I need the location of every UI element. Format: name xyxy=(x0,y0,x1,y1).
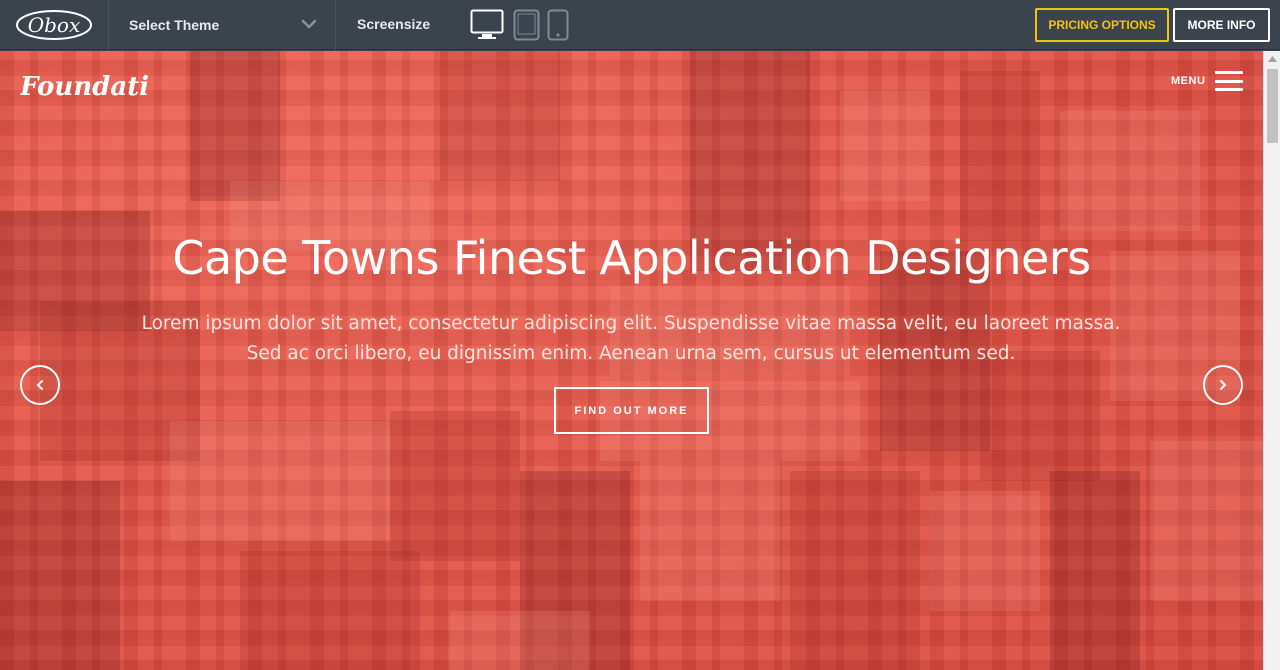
find-out-more-button[interactable]: FIND OUT MORE xyxy=(554,387,709,434)
theme-select-label: Select Theme xyxy=(129,17,220,33)
phone-icon xyxy=(547,9,569,41)
slider-prev-button[interactable] xyxy=(20,365,60,405)
screensize-label: Screensize xyxy=(357,16,431,32)
caret-up-icon xyxy=(1268,56,1277,62)
desktop-size-button[interactable] xyxy=(470,9,504,41)
pricing-options-button[interactable]: PRICING OPTIONS xyxy=(1035,8,1169,42)
scroll-up-button[interactable] xyxy=(1264,51,1280,67)
hero-headline: Cape Towns Finest Application Designers xyxy=(172,231,1091,285)
hero-subtext-line-2: Sed ac orci libero, eu dignissim enim. A… xyxy=(246,343,1016,364)
chevron-right-icon xyxy=(1220,380,1227,390)
more-info-button[interactable]: MORE INFO xyxy=(1173,8,1270,42)
hero-slider: Foundation MENU Cape Towns Finest Applic… xyxy=(0,51,1263,670)
phone-size-button[interactable] xyxy=(547,9,569,41)
foundation-logo-icon: Foundation xyxy=(19,72,185,102)
hero-subtext-line-1: Lorem ipsum dolor sit amet, consectetur … xyxy=(141,313,1121,334)
chevron-left-icon xyxy=(36,380,43,390)
svg-text:Foundation: Foundation xyxy=(20,72,150,102)
hamburger-icon xyxy=(1215,71,1244,91)
demo-toolbar: Obox Select Theme Screensize PRICING OPT… xyxy=(0,0,1280,50)
chevron-down-icon xyxy=(301,17,317,35)
theme-select-dropdown[interactable]: Select Theme xyxy=(109,0,336,50)
menu-label: MENU xyxy=(1171,75,1206,87)
menu-toggle[interactable]: MENU xyxy=(1171,71,1244,91)
tablet-icon xyxy=(513,9,540,41)
desktop-icon xyxy=(470,9,504,39)
obox-logo[interactable]: Obox xyxy=(0,0,109,50)
scrollbar-thumb[interactable] xyxy=(1267,69,1278,143)
hero-subtext: Lorem ipsum dolor sit amet, consectetur … xyxy=(131,309,1131,369)
foundation-logo[interactable]: Foundation xyxy=(19,69,185,108)
obox-logo-icon: Obox xyxy=(16,10,92,40)
page-scrollbar[interactable] xyxy=(1263,51,1280,670)
slider-next-button[interactable] xyxy=(1203,365,1243,405)
tablet-size-button[interactable] xyxy=(513,9,540,41)
svg-text:Obox: Obox xyxy=(28,13,81,37)
